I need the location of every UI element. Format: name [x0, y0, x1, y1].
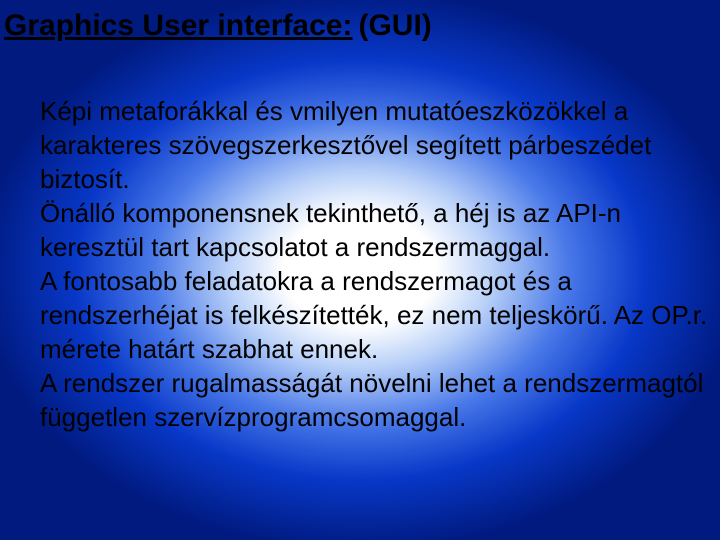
slide-title-plain: (GUI) [358, 9, 431, 42]
slide-body-text: Képi metaforákkal és vmilyen mutatóeszkö… [0, 44, 720, 434]
slide-content: Graphics User interface:(GUI) Képi metaf… [0, 0, 720, 540]
slide-title-underlined: Graphics User interface: [4, 9, 352, 42]
slide-title-row: Graphics User interface:(GUI) [0, 0, 720, 44]
